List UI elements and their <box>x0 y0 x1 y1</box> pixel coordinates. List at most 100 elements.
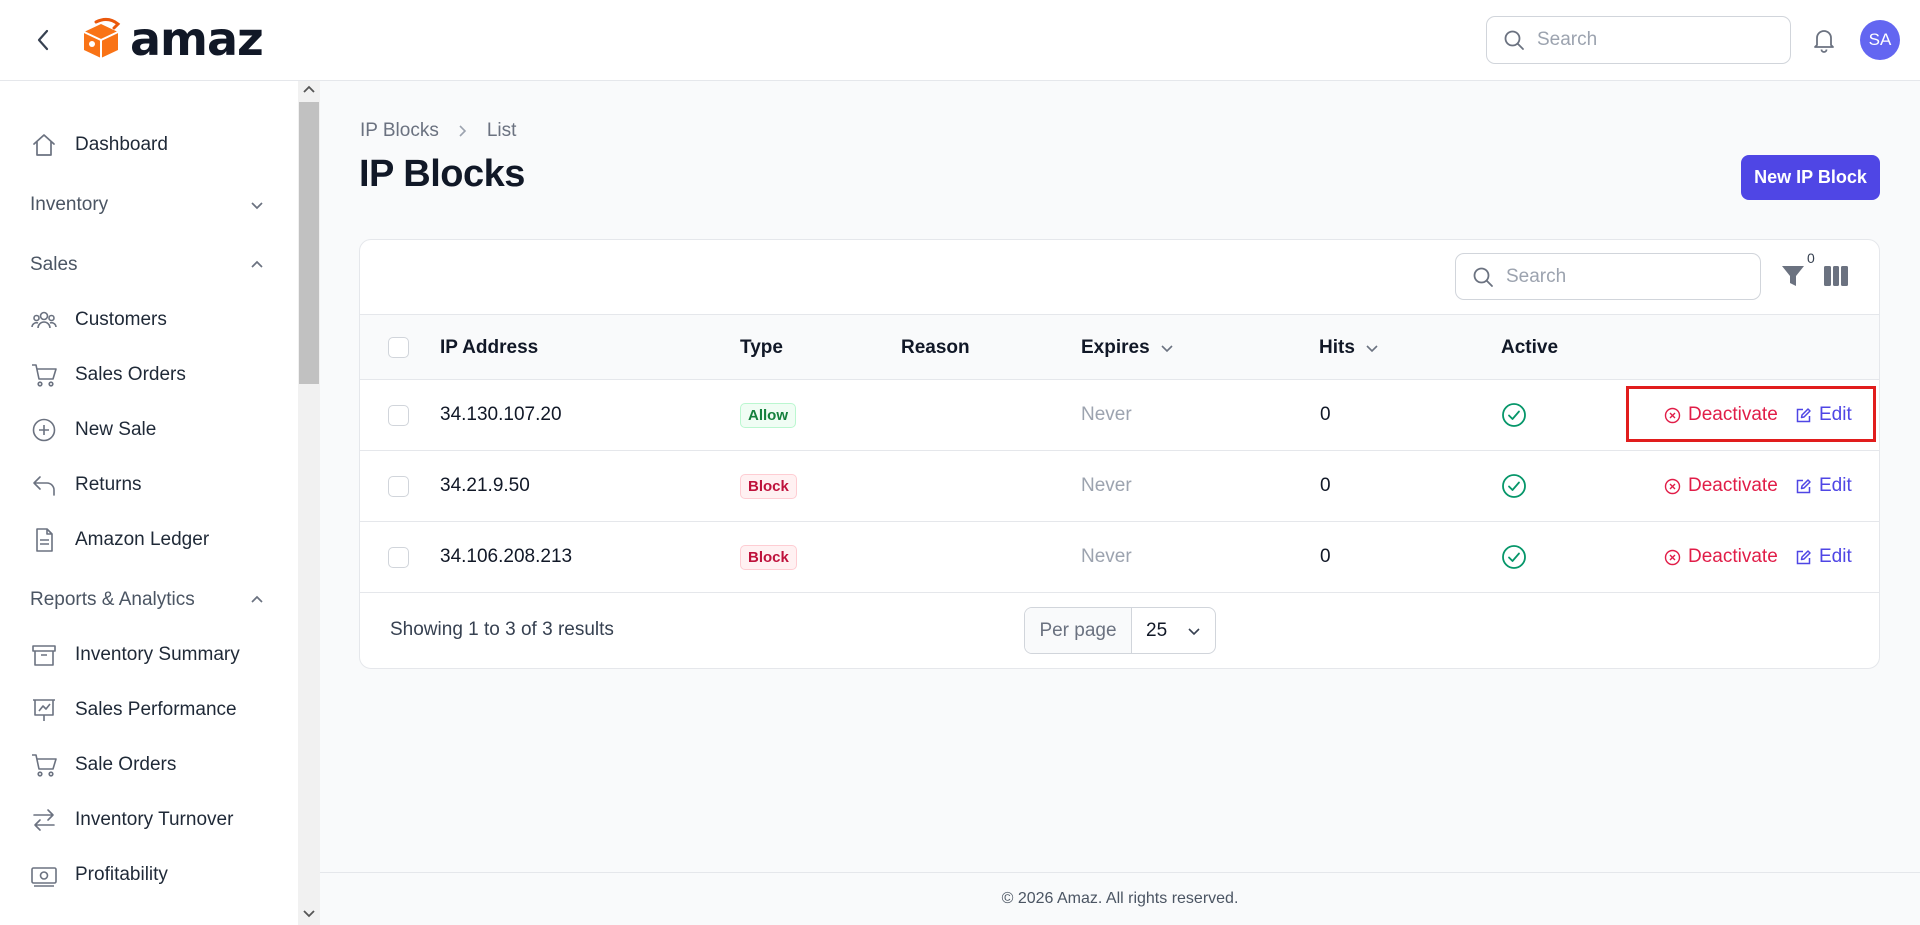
column-ip-address[interactable]: IP Address <box>440 337 538 359</box>
breadcrumb-link-ip-blocks[interactable]: IP Blocks <box>360 120 439 142</box>
sidebar-group-label: Reports & Analytics <box>30 589 195 610</box>
sidebar-group-label: Sales <box>30 254 78 275</box>
logo-box-icon <box>83 17 121 58</box>
hits-cell: 0 <box>1320 546 1331 567</box>
chevron-up-icon <box>251 260 263 268</box>
avatar[interactable]: SA <box>1860 20 1900 60</box>
sidebar-item-profitability[interactable]: Profitability <box>30 855 168 895</box>
type-badge: Block <box>740 544 797 570</box>
table-search[interactable] <box>1455 253 1761 300</box>
chevron-down-icon <box>1188 627 1200 635</box>
check-circle-icon <box>1501 522 1527 592</box>
expires-cell: Never <box>1081 404 1132 425</box>
ip-address-cell: 34.21.9.50 <box>440 475 530 496</box>
sort-chevron-icon <box>1366 345 1378 353</box>
page-title: IP Blocks <box>359 153 525 195</box>
sidebar-item-label: Inventory Turnover <box>75 809 234 830</box>
sidebar-item-label: Returns <box>75 474 142 495</box>
sidebar-item-label: Dashboard <box>75 134 168 155</box>
sidebar-item-new-sale[interactable]: New Sale <box>30 410 156 450</box>
top-bar: amaz SA <box>0 0 1920 81</box>
sidebar-item-label: Profitability <box>75 864 168 885</box>
x-circle-icon <box>1664 549 1681 565</box>
highlight-box <box>1626 386 1876 442</box>
chart-icon <box>30 696 58 724</box>
footer: © 2026 Amaz. All rights reserved. <box>320 872 1920 925</box>
table-header: IP Address Type Reason Expires Hits Acti… <box>360 314 1879 380</box>
sidebar-group-reports[interactable]: Reports & Analytics <box>30 580 265 620</box>
sidebar-item-returns[interactable]: Returns <box>30 465 142 505</box>
row-checkbox[interactable] <box>388 405 409 426</box>
row-checkbox[interactable] <box>388 476 409 497</box>
type-badge: Block <box>740 473 797 499</box>
per-page-select[interactable]: Per page 25 <box>1024 607 1216 654</box>
row-checkbox[interactable] <box>388 547 409 568</box>
sidebar-item-sales-orders[interactable]: Sales Orders <box>30 355 186 395</box>
global-search-input[interactable] <box>1537 29 1757 51</box>
sidebar-item-customers[interactable]: Customers <box>30 300 167 340</box>
type-badge: Allow <box>740 402 796 428</box>
breadcrumb: IP Blocks List <box>360 120 516 142</box>
sidebar-group-sales[interactable]: Sales <box>30 245 265 285</box>
sidebar-item-label: Amazon Ledger <box>75 529 210 550</box>
sidebar-item-inventory-turnover[interactable]: Inventory Turnover <box>30 800 233 840</box>
sidebar-item-label: Inventory Summary <box>75 644 240 665</box>
chevron-up-icon <box>251 595 263 603</box>
logo-text: amaz <box>130 12 264 66</box>
ip-address-cell: 34.130.107.20 <box>440 404 562 425</box>
sidebar-item-amazon-ledger[interactable]: Amazon Ledger <box>30 520 209 560</box>
home-icon <box>30 131 58 159</box>
edit-icon <box>1796 478 1811 493</box>
edit-button[interactable]: Edit <box>1795 451 1852 521</box>
search-icon <box>1504 30 1524 50</box>
global-search[interactable] <box>1486 16 1791 64</box>
ip-address-cell: 34.106.208.213 <box>440 546 573 567</box>
back-icon[interactable] <box>30 25 56 55</box>
column-reason[interactable]: Reason <box>901 337 970 359</box>
type-cell: Allow <box>740 380 796 450</box>
bell-icon[interactable] <box>1810 26 1838 54</box>
sidebar-item-sales-performance[interactable]: Sales Performance <box>30 690 237 730</box>
users-icon <box>30 306 58 334</box>
chevron-right-icon <box>457 124 469 138</box>
return-arrow-icon <box>30 471 58 499</box>
document-icon <box>30 526 58 554</box>
sidebar-item-dashboard[interactable]: Dashboard <box>30 125 168 165</box>
columns-icon[interactable] <box>1823 264 1849 288</box>
edit-icon <box>1796 549 1811 564</box>
type-cell: Block <box>740 522 797 592</box>
filter-count-badge: 0 <box>1807 250 1815 266</box>
sidebar-item-label: Sales Orders <box>75 364 186 385</box>
sidebar-item-sale-orders[interactable]: Sale Orders <box>30 745 176 785</box>
column-expires[interactable]: Expires <box>1081 337 1174 359</box>
filter-icon[interactable] <box>1780 262 1806 290</box>
sidebar-item-label: Customers <box>75 309 167 330</box>
expires-cell: Never <box>1081 475 1132 496</box>
sidebar-group-inventory[interactable]: Inventory <box>30 185 265 225</box>
breadcrumb-current: List <box>486 120 517 141</box>
edit-button[interactable]: Edit <box>1795 522 1852 592</box>
hits-cell: 0 <box>1320 475 1331 496</box>
sidebar-item-label: Sales Performance <box>75 699 237 720</box>
deactivate-button[interactable]: Deactivate <box>1664 522 1778 592</box>
logo[interactable]: amaz <box>78 12 264 66</box>
scroll-down-arrow-icon[interactable] <box>302 906 316 920</box>
expires-cell: Never <box>1081 546 1132 567</box>
column-type[interactable]: Type <box>740 337 783 359</box>
table-row: 34.106.208.213 Block Never 0 Deactivate … <box>360 522 1879 593</box>
deactivate-button[interactable]: Deactivate <box>1664 451 1778 521</box>
sidebar-scrollbar-thumb[interactable] <box>299 102 319 384</box>
table-search-input[interactable] <box>1506 265 1726 288</box>
check-circle-icon <box>1501 451 1527 521</box>
select-all-checkbox[interactable] <box>388 337 409 358</box>
type-cell: Block <box>740 451 797 521</box>
column-active: Active <box>1501 337 1559 358</box>
cart-icon <box>30 751 58 779</box>
per-page-value: 25 <box>1146 619 1168 641</box>
column-hits[interactable]: Hits <box>1319 337 1379 359</box>
new-ip-block-button[interactable]: New IP Block <box>1741 155 1880 200</box>
sidebar-item-inventory-summary[interactable]: Inventory Summary <box>30 635 240 675</box>
scroll-up-arrow-icon[interactable] <box>302 83 316 97</box>
pagination-summary: Showing 1 to 3 of 3 results <box>390 619 614 640</box>
banknote-icon <box>30 861 58 889</box>
